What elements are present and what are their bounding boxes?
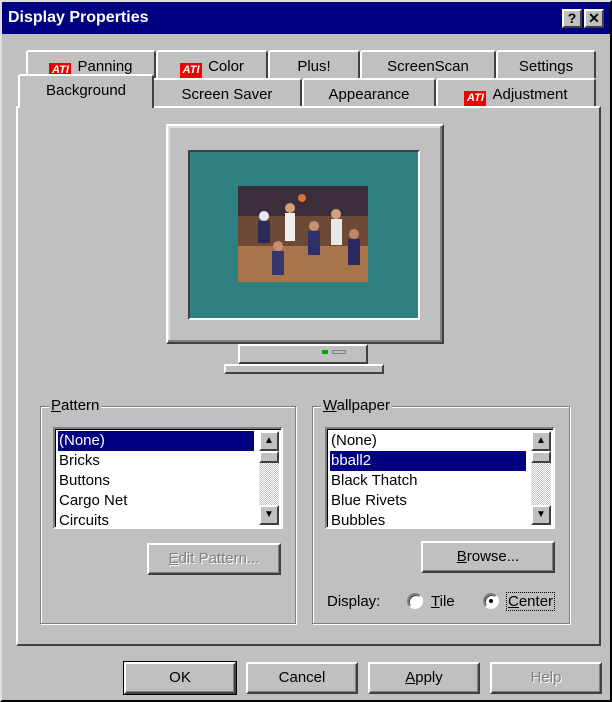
scroll-up-icon[interactable]: ▲ xyxy=(259,431,279,451)
tab-background[interactable]: Background xyxy=(18,74,154,108)
list-item[interactable]: Circuits xyxy=(58,511,254,527)
tab-adjustment[interactable]: ATI Adjustment xyxy=(436,78,596,106)
monitor-screen xyxy=(188,150,420,320)
power-led-icon xyxy=(322,350,328,354)
close-icon[interactable]: ✕ xyxy=(584,9,604,28)
background-tab-panel: Pattern (None) Bricks Buttons Cargo Net … xyxy=(16,106,601,646)
ati-logo-icon: ATI xyxy=(464,91,487,106)
tab-settings[interactable]: Settings xyxy=(496,50,596,78)
list-item[interactable]: Bubbles xyxy=(330,511,526,527)
ok-button[interactable]: OK xyxy=(123,661,237,695)
tile-label: Tile xyxy=(431,593,455,610)
tab-screenscan[interactable]: ScreenScan xyxy=(360,50,496,78)
monitor-neck xyxy=(238,344,368,364)
center-radio[interactable]: Center xyxy=(483,591,563,613)
center-radio-circle[interactable] xyxy=(483,593,499,609)
list-item[interactable]: (None) xyxy=(58,431,254,451)
pattern-group-label: Pattern xyxy=(49,397,102,414)
list-item[interactable]: Cargo Net xyxy=(58,491,254,511)
tab-screen-saver[interactable]: Screen Saver xyxy=(152,78,302,106)
cancel-button[interactable]: Cancel xyxy=(246,662,358,694)
monitor-preview xyxy=(166,124,444,344)
list-item[interactable]: Black Thatch xyxy=(330,471,526,491)
list-item[interactable]: bball2 xyxy=(330,451,526,471)
monitor-stand xyxy=(224,364,384,374)
scroll-thumb[interactable] xyxy=(259,451,279,463)
help-button[interactable]: Help xyxy=(490,662,602,694)
scroll-up-icon[interactable]: ▲ xyxy=(531,431,551,451)
list-item[interactable]: Bricks xyxy=(58,451,254,471)
apply-button[interactable]: Apply xyxy=(368,662,480,694)
wallpaper-scrollbar[interactable]: ▲ ▼ xyxy=(531,431,551,525)
tab-color[interactable]: ATI Color xyxy=(156,50,268,78)
ati-logo-icon: ATI xyxy=(180,63,203,78)
pattern-group: Pattern (None) Bricks Buttons Cargo Net … xyxy=(40,397,296,624)
pattern-listbox[interactable]: (None) Bricks Buttons Cargo Net Circuits… xyxy=(53,427,283,529)
center-label: Center xyxy=(505,592,556,611)
scroll-down-icon[interactable]: ▼ xyxy=(531,505,551,525)
wallpaper-listbox[interactable]: (None) bball2 Black Thatch Blue Rivets B… xyxy=(325,427,555,529)
display-properties-window: Display Properties ? ✕ ATI Panning ATI Col… xyxy=(0,0,612,702)
help-icon[interactable]: ? xyxy=(562,9,582,28)
wallpaper-group-label: Wallpaper xyxy=(321,397,392,414)
tile-radio-circle[interactable] xyxy=(407,593,423,609)
title-bar[interactable]: Display Properties ? ✕ xyxy=(2,2,610,34)
scroll-thumb[interactable] xyxy=(531,451,551,463)
radio-dot-icon xyxy=(489,599,493,603)
tile-radio[interactable]: Tile xyxy=(407,591,477,613)
tab-plus[interactable]: Plus! xyxy=(268,50,360,78)
list-item[interactable]: Blue Rivets xyxy=(330,491,526,511)
tab-appearance[interactable]: Appearance xyxy=(302,78,436,106)
wallpaper-image xyxy=(238,186,368,282)
display-label: Display: xyxy=(327,593,381,610)
browse-button[interactable]: Browse... xyxy=(421,541,555,573)
edit-pattern-button[interactable]: Edit Pattern... xyxy=(147,543,281,575)
list-item[interactable]: (None) xyxy=(330,431,526,451)
scroll-down-icon[interactable]: ▼ xyxy=(259,505,279,525)
window-title: Display Properties xyxy=(8,9,149,26)
pattern-scrollbar[interactable]: ▲ ▼ xyxy=(259,431,279,525)
wallpaper-group: Wallpaper (None) bball2 Black Thatch Blu… xyxy=(312,397,570,624)
list-item[interactable]: Buttons xyxy=(58,471,254,491)
